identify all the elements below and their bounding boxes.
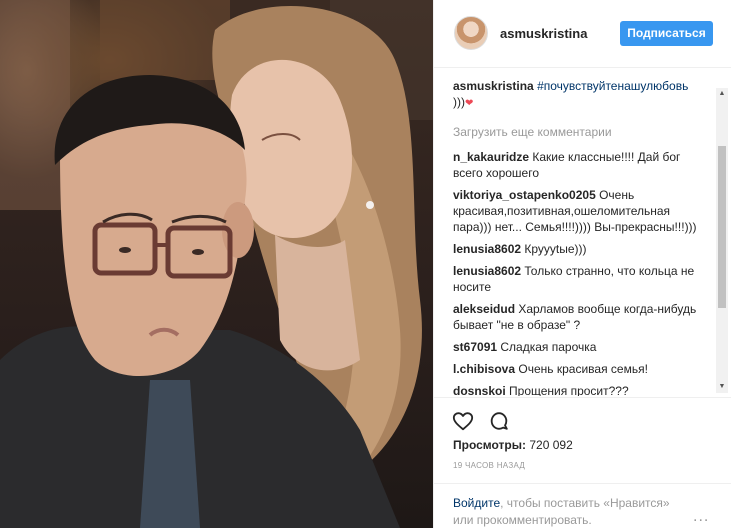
caption-hashtag[interactable]: #почувствуйтенашулюбовь — [537, 79, 688, 93]
comment-username[interactable]: viktoriya_ostapenko0205 — [453, 188, 596, 202]
comment-text: Круууtые))) — [524, 242, 587, 256]
post-sidebar: asmuskristina Подписаться asmuskristina … — [433, 0, 731, 528]
post-photo — [0, 0, 433, 528]
comment-text: Прощения просит??? — [509, 384, 629, 396]
post-timestamp[interactable]: 19 ЧАСОВ НАЗАД — [453, 461, 525, 470]
more-dots-icon[interactable]: ... — [693, 508, 709, 526]
load-more-comments-button[interactable]: Загрузить еще комментарии — [453, 124, 708, 140]
heart-emoji-icon: ❤ — [465, 98, 474, 109]
comment-item: n_kakauridze Какие классные!!!! Дай бог … — [453, 149, 708, 181]
scroll-up-arrow-icon[interactable]: ▲ — [718, 90, 726, 98]
views-value: 720 092 — [529, 438, 573, 452]
comment-item: lenusia8602 Круууtые))) — [453, 241, 708, 257]
comment-item: lenusia8602 Только странно, что кольца н… — [453, 263, 708, 295]
follow-button[interactable]: Подписаться — [620, 21, 713, 46]
comment-text: Очень красивая семья! — [518, 362, 648, 376]
comment-text: Сладкая парочка — [500, 340, 597, 354]
comment-username[interactable]: lenusia8602 — [453, 264, 521, 278]
comment-item: l.chibisova Очень красивая семья! — [453, 361, 708, 377]
heart-outline-icon[interactable] — [452, 410, 474, 432]
comment-item: st67091 Сладкая парочка — [453, 339, 708, 355]
comment-username[interactable]: l.chibisova — [453, 362, 515, 376]
comment-username[interactable]: alekseidud — [453, 302, 515, 316]
comments-scrollbar[interactable]: ▲ ▼ — [716, 88, 728, 393]
views-label: Просмотры: — [453, 438, 527, 452]
comment-item: viktoriya_ostapenko0205 Очень красивая,п… — [453, 187, 708, 235]
views-count: Просмотры: 720 092 — [453, 438, 573, 452]
photo-illustration — [0, 0, 433, 528]
comment-username[interactable]: lenusia8602 — [453, 242, 521, 256]
caption-username[interactable]: asmuskristina — [453, 79, 534, 93]
comment-bubble-icon[interactable] — [488, 410, 510, 432]
scroll-down-arrow-icon[interactable]: ▼ — [718, 383, 726, 391]
post-header: asmuskristina Подписаться — [434, 0, 731, 68]
author-username[interactable]: asmuskristina — [500, 26, 587, 41]
author-avatar[interactable] — [454, 16, 488, 50]
comment-item: dosnskoi Прощения просит??? — [453, 383, 708, 396]
comments-list[interactable]: asmuskristina #почувствуйтенашулюбовь ))… — [434, 78, 731, 396]
comment-username[interactable]: dosnskoi — [453, 384, 506, 396]
caption-text: ))) — [453, 95, 465, 109]
post-actions — [434, 397, 731, 437]
caption: asmuskristina #почувствуйтенашулюбовь ))… — [453, 78, 708, 112]
login-link[interactable]: Войдите — [453, 496, 500, 510]
comment-username[interactable]: st67091 — [453, 340, 497, 354]
scrollbar-thumb[interactable] — [718, 146, 726, 308]
login-prompt: Войдите, чтобы поставить «Нравится» или … — [434, 483, 731, 528]
comment-username[interactable]: n_kakauridze — [453, 150, 529, 164]
comment-item: alekseidud Харламов вообще когда-нибудь … — [453, 301, 708, 333]
